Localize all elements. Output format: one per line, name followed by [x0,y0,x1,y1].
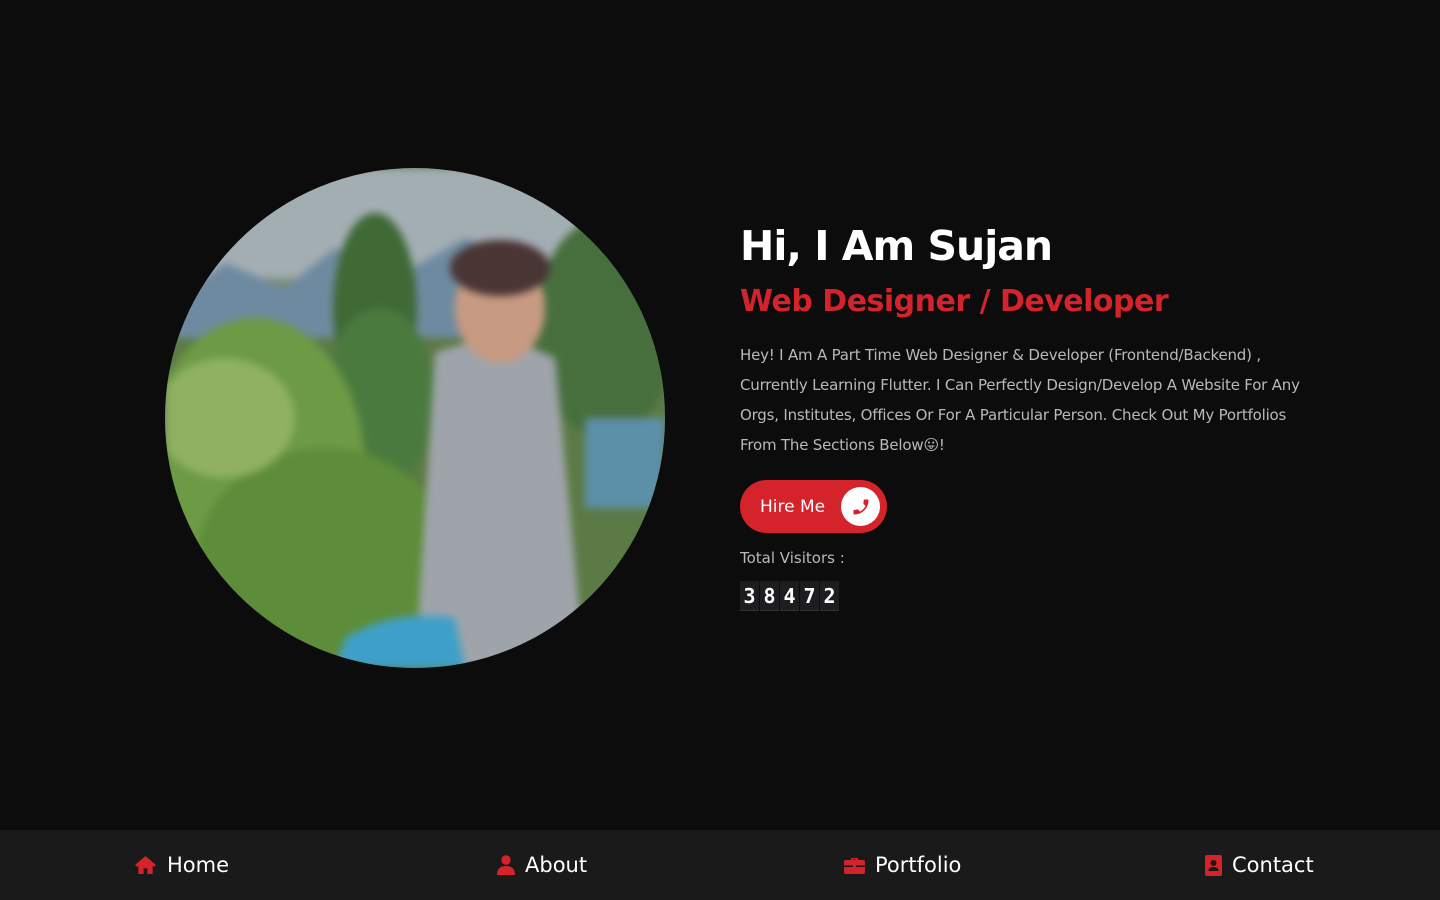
counter-digit: 3 [740,581,759,611]
counter-digit: 7 [800,581,819,611]
nav-item-about[interactable]: About [497,830,587,900]
user-icon [497,855,515,875]
briefcase-icon [844,856,865,874]
profile-photo [165,168,665,668]
bottom-nav: Home About Portfolio Contact [0,830,1440,900]
counter-digit: 4 [780,581,799,611]
nav-item-label: Portfolio [875,853,962,877]
hero-info: Hi, I Am Sujan Web Designer / Developer … [740,220,1320,611]
hero-greeting: Hi, I Am Sujan [740,222,1053,270]
nav-item-portfolio[interactable]: Portfolio [844,830,961,900]
nav-item-label: About [525,853,588,877]
nav-item-contact[interactable]: Contact [1205,830,1314,900]
nav-item-home[interactable]: Home [134,830,229,900]
phone-icon [841,487,881,526]
counter-digit: 8 [760,581,779,611]
nav-item-label: Home [167,853,230,877]
contact-book-icon [1205,854,1222,876]
visitor-counter: 3 8 4 7 2 [740,581,1320,611]
counter-digit: 2 [820,581,839,611]
page: Hi, I Am Sujan Web Designer / Developer … [0,0,1440,900]
nav-item-label: Contact [1232,853,1314,877]
hero-bio: Hey! I Am A Part Time Web Designer & Dev… [740,346,1300,454]
home-icon [134,855,157,875]
hire-me-label: Hire Me [760,496,826,517]
total-visitors-label: Total Visitors : [740,549,845,567]
hero-role: Web Designer / Developer [740,284,1169,319]
hire-me-button[interactable]: Hire Me [740,480,888,533]
